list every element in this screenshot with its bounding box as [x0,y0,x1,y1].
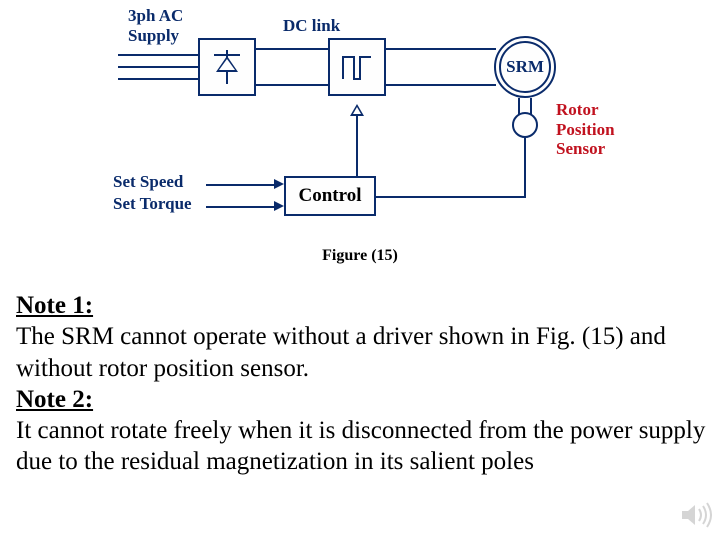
wire-dc-bottom [256,84,328,86]
note1-body: The SRM cannot operate without a driver … [16,323,666,381]
wire-supply-1 [118,54,198,56]
arrow-up-icon [350,104,364,116]
label-rotor-sensor: Rotor Position Sensor [556,100,615,159]
rectifier-block [198,38,256,96]
rotor-position-sensor [512,112,538,138]
note2-body: It cannot rotate freely when it is disco… [16,417,705,475]
srm-block-diagram: 3ph AC Supply DC link [98,8,618,228]
figure-caption: Figure (15) [0,247,720,265]
control-block: Control [284,176,376,216]
label-set-torque: Set Torque [113,194,192,214]
wire-sensor-down [524,138,526,196]
speaker-icon [678,498,712,532]
pulse-icon [342,54,372,80]
wire-srm-top [386,48,496,50]
wire-set-speed [206,184,276,186]
wire-set-torque [206,206,276,208]
diode-icon [210,50,244,84]
wire-shaft-left [518,98,520,114]
label-dc-link: DC link [283,16,340,36]
label-control: Control [286,185,374,207]
srm-inner-ring [499,41,551,93]
wire-sensor-across [375,196,526,198]
label-set-speed: Set Speed [113,172,183,192]
wire-dc-top [256,48,328,50]
note1-heading: Note 1: [16,292,93,319]
page: 3ph AC Supply DC link [0,0,720,540]
wire-supply-2 [118,66,198,68]
wire-shaft-right [530,98,532,114]
notes-section: Note 1: The SRM cannot operate without a… [16,290,706,478]
arrow-set-torque-icon [274,201,284,211]
wire-supply-3 [118,78,198,80]
wire-srm-bottom [386,84,496,86]
label-3ph-ac-supply: 3ph AC Supply [128,6,183,45]
arrow-set-speed-icon [274,179,284,189]
wire-control-to-inverter [356,116,358,176]
inverter-block [328,38,386,96]
note2-heading: Note 2: [16,386,93,413]
